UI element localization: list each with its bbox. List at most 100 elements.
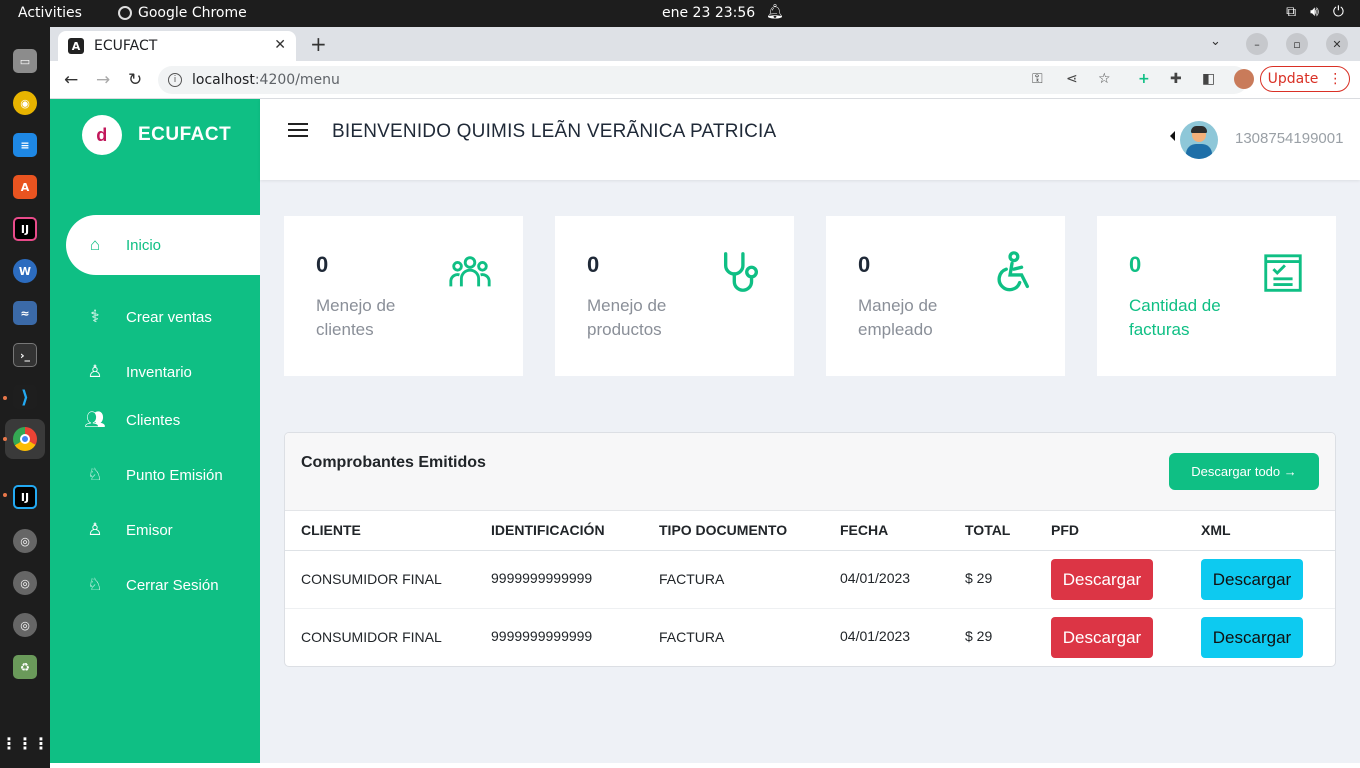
- bookmark-star-icon[interactable]: ☆: [1098, 71, 1111, 87]
- system-tray[interactable]: ⧉ 🔊︎ ⏻: [1286, 4, 1344, 20]
- sidebar-item-crear-ventas[interactable]: ⚕ Crear ventas: [66, 287, 260, 347]
- download-xml-button[interactable]: Descargar: [1201, 617, 1303, 658]
- hamburger-menu-icon[interactable]: [288, 123, 308, 137]
- stat-card-clientes[interactable]: 0 Menejo de clientes: [284, 216, 523, 376]
- panel-header: Comprobantes Emitidos Descargar todo →: [285, 433, 1335, 511]
- disk-icon[interactable]: ◎: [13, 529, 37, 553]
- trash-icon[interactable]: ♻: [13, 655, 37, 679]
- browser-window: A ECUFACT ✕ + ⌄ – ▫ ✕ ← → ↻ i localhost:…: [50, 27, 1360, 768]
- panel-title: Comprobantes Emitidos: [301, 454, 486, 471]
- stat-value: 0: [587, 252, 600, 277]
- user-tie-icon: ♘: [87, 575, 103, 594]
- column-header: FECHA: [840, 522, 889, 538]
- new-tab-icon[interactable]: +: [310, 32, 327, 56]
- update-button[interactable]: Update ⋮: [1260, 66, 1350, 92]
- toolbar: ← → ↻ i localhost:4200/menu ⚿ ⋖ ☆ + ✚ ◧ …: [50, 61, 1360, 99]
- software-icon[interactable]: A: [13, 175, 37, 199]
- sidebar-item-clientes[interactable]: 👥︎ Clientes: [66, 390, 260, 450]
- forward-icon[interactable]: →: [96, 70, 110, 90]
- caret-left-icon[interactable]: [1170, 131, 1175, 141]
- user-icon: ♙: [87, 520, 103, 539]
- download-pdf-button[interactable]: Descargar: [1051, 617, 1153, 658]
- column-header: IDENTIFICACIÓN: [491, 522, 605, 538]
- maximize-icon[interactable]: ▫: [1286, 33, 1308, 55]
- stat-card-empleado[interactable]: 0 Manejo de empleado: [826, 216, 1065, 376]
- activities-button[interactable]: Activities: [18, 5, 82, 21]
- download-all-button[interactable]: Descargar todo →: [1169, 453, 1319, 490]
- writer-icon[interactable]: ≡: [13, 133, 37, 157]
- address-bar[interactable]: i localhost:4200/menu: [158, 66, 1248, 94]
- tab-strip: A ECUFACT ✕ + ⌄ – ▫ ✕: [50, 27, 1360, 61]
- sidebar-item-cerrar-sesion[interactable]: ♘ Cerrar Sesión: [66, 555, 260, 615]
- comprobantes-panel: Comprobantes Emitidos Descargar todo → C…: [284, 432, 1336, 667]
- cell-tipo: FACTURA: [659, 629, 725, 645]
- cell-cliente: CONSUMIDOR FINAL: [301, 571, 442, 587]
- extensions-puzzle-icon[interactable]: ✚: [1170, 71, 1182, 87]
- running-indicator: [3, 437, 7, 441]
- group-icon: [449, 256, 491, 287]
- webstorm-icon[interactable]: W: [13, 259, 37, 283]
- minimize-icon[interactable]: –: [1246, 33, 1268, 55]
- site-info-icon[interactable]: i: [168, 73, 182, 87]
- home-icon: ⌂: [89, 235, 101, 254]
- profile-avatar[interactable]: [1234, 69, 1254, 89]
- key-icon[interactable]: ⚿: [1032, 71, 1043, 87]
- back-icon[interactable]: ←: [64, 70, 78, 90]
- running-indicator: [3, 493, 7, 497]
- volume-icon: 🔊︎: [1310, 4, 1319, 20]
- stat-value: 0: [858, 252, 871, 277]
- stat-label: Menejo de productos: [587, 296, 667, 339]
- stat-label: Cantidad de facturas: [1129, 296, 1221, 339]
- stat-value: 0: [316, 252, 329, 277]
- disk-icon[interactable]: ◎: [13, 613, 37, 637]
- stethoscope-icon: ⚕: [90, 307, 100, 326]
- column-header: CLIENTE: [301, 522, 361, 538]
- side-panel-icon[interactable]: ◧: [1202, 71, 1215, 87]
- network-icon: ⧉: [1286, 4, 1297, 20]
- intellij-dock-icon[interactable]: IJ: [13, 485, 37, 509]
- stat-card-productos[interactable]: 0 Menejo de productos: [555, 216, 794, 376]
- brand-logo: d: [82, 115, 122, 155]
- avatar[interactable]: [1180, 121, 1218, 159]
- os-top-bar: Activities Google Chrome ene 23 23:56 🔔︎…: [0, 0, 1360, 27]
- column-header: TIPO DOCUMENTO: [659, 522, 788, 538]
- close-tab-icon[interactable]: ✕: [274, 37, 286, 53]
- intellij-icon[interactable]: IJ: [13, 217, 37, 241]
- users-icon: 👥︎: [84, 410, 106, 429]
- reload-icon[interactable]: ↻: [128, 70, 142, 90]
- cell-cliente: CONSUMIDOR FINAL: [301, 629, 442, 645]
- app-menu[interactable]: Google Chrome: [118, 5, 247, 21]
- sidebar: d ECUFACT ⌂ Inicio ⚕ Crear ventas ♙ Inve…: [50, 99, 260, 763]
- share-icon[interactable]: ⋖: [1066, 71, 1078, 87]
- vscode-icon[interactable]: ⟩: [13, 385, 37, 409]
- tab-search-chevron-icon[interactable]: ⌄: [1210, 34, 1221, 49]
- show-apps-icon[interactable]: ⋮⋮⋮: [1, 731, 49, 755]
- browser-tab[interactable]: A ECUFACT ✕: [58, 31, 296, 61]
- clock[interactable]: ene 23 23:56: [662, 5, 755, 21]
- cell-total: $ 29: [965, 628, 993, 644]
- stat-card-facturas[interactable]: 0 Cantidad de facturas: [1097, 216, 1336, 376]
- sidebar-item-punto-emision[interactable]: ♘ Punto Emisión: [66, 445, 260, 505]
- sidebar-item-emisor[interactable]: ♙ Emisor: [66, 500, 260, 560]
- mysql-workbench-icon[interactable]: ≈: [13, 301, 37, 325]
- cell-fecha: 04/01/2023: [840, 628, 911, 644]
- brand[interactable]: d ECUFACT: [82, 115, 231, 155]
- cell-total: $ 29: [965, 570, 993, 586]
- disk-icon[interactable]: ◎: [13, 571, 37, 595]
- chrome-dock-icon[interactable]: [13, 427, 37, 451]
- column-header: PFD: [1051, 522, 1079, 538]
- terminal-icon[interactable]: ›_: [13, 343, 37, 367]
- sidebar-item-inicio[interactable]: ⌂ Inicio: [66, 215, 260, 275]
- extension-plus-icon[interactable]: +: [1138, 71, 1150, 87]
- sidebar-item-label: Punto Emisión: [126, 466, 223, 484]
- download-pdf-button[interactable]: Descargar: [1051, 559, 1153, 600]
- url-path: :4200/menu: [254, 72, 340, 88]
- notification-bell-icon: 🔔︎: [766, 4, 784, 20]
- close-window-icon[interactable]: ✕: [1326, 33, 1348, 55]
- app-name: Google Chrome: [138, 5, 247, 21]
- files-icon[interactable]: ▭: [13, 49, 37, 73]
- download-xml-button[interactable]: Descargar: [1201, 559, 1303, 600]
- rhythmbox-icon[interactable]: ◉: [13, 91, 37, 115]
- sidebar-item-label: Crear ventas: [126, 308, 212, 326]
- page-header: BIENVENIDO QUIMIS LEÃN VERÃNICA PATRICIA…: [260, 99, 1360, 180]
